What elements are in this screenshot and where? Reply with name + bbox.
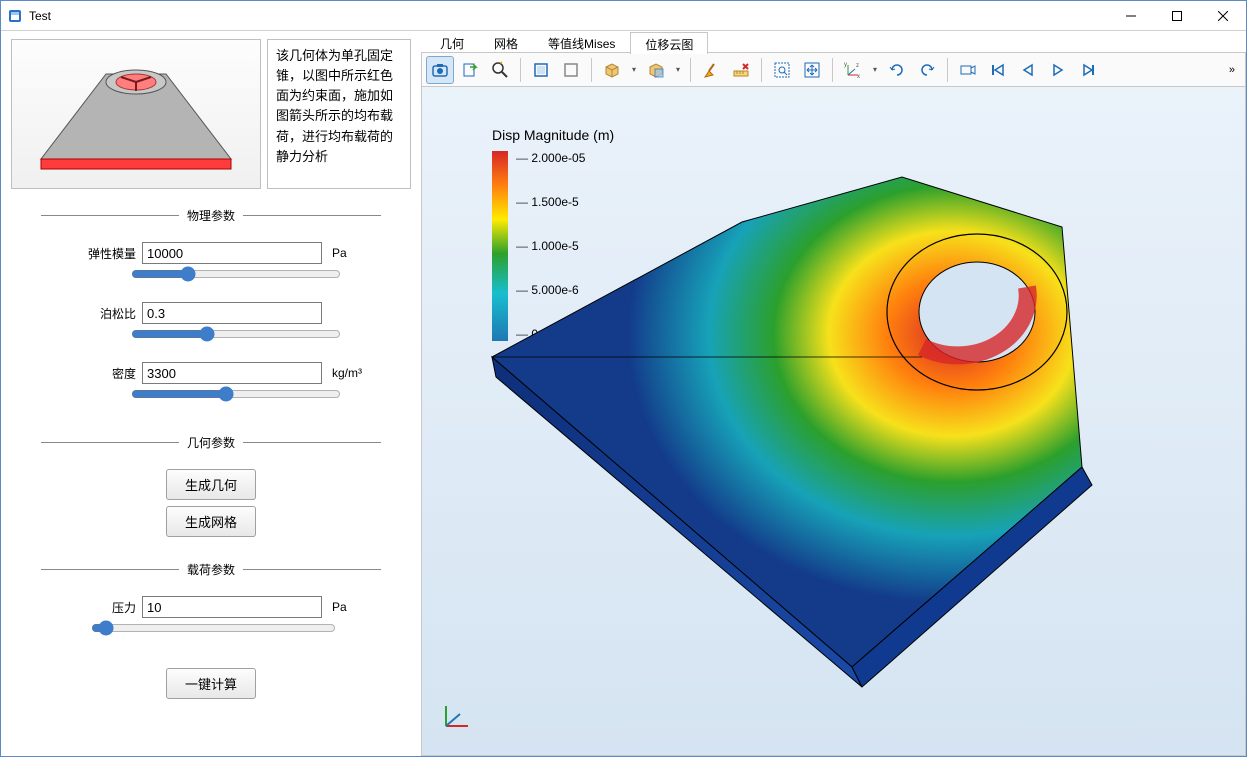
zoom-icon[interactable] — [486, 56, 514, 84]
density-input[interactable] — [142, 362, 322, 384]
pressure-unit: Pa — [332, 600, 347, 614]
svg-text:x: x — [857, 74, 860, 79]
rotate-cw-icon[interactable] — [883, 56, 911, 84]
tab-contour-mises[interactable]: 等值线Mises — [533, 31, 630, 53]
tab-displacement-cloud[interactable]: 位移云图 — [630, 32, 708, 54]
density-unit: kg/m³ — [332, 366, 362, 380]
window-title: Test — [29, 9, 51, 23]
tab-mesh[interactable]: 网格 — [479, 31, 533, 53]
poisson-slider[interactable] — [131, 326, 341, 342]
physics-params-group: 物理参数 弹性模量 Pa 泊松比 密度 kg/m³ — [41, 207, 381, 416]
view-tabs: 几何 网格 等值线Mises 位移云图 — [421, 31, 1246, 53]
prev-frame-icon[interactable] — [1014, 56, 1042, 84]
play-icon[interactable] — [1044, 56, 1072, 84]
transparency-icon[interactable] — [642, 56, 670, 84]
ruler-delete-icon[interactable] — [727, 56, 755, 84]
left-panel: 该几何体为单孔固定锥，以图中所示红色面为约束面，施加如图箭头所示的均布载荷，进行… — [1, 31, 421, 756]
compute-button[interactable]: 一键计算 — [166, 668, 256, 699]
right-panel: 几何 网格 等值线Mises 位移云图 ▾ ▾ z y x ▾ — [421, 31, 1246, 756]
load-legend: 载荷参数 — [179, 561, 243, 578]
zoom-region-icon[interactable] — [768, 56, 796, 84]
geometry-preview — [11, 39, 261, 189]
generate-geometry-button[interactable]: 生成几何 — [166, 469, 256, 500]
toolbar-overflow-icon[interactable]: » — [1223, 64, 1241, 76]
camera-icon[interactable] — [954, 56, 982, 84]
box-dropdown-icon[interactable]: ▾ — [628, 65, 640, 74]
axis-triad-icon[interactable]: z y x — [839, 56, 867, 84]
next-frame-icon[interactable] — [1074, 56, 1102, 84]
load-params-group: 载荷参数 压力 Pa 一键计算 — [41, 561, 381, 705]
rotate-ccw-icon[interactable] — [913, 56, 941, 84]
geometry-legend: 几何参数 — [179, 434, 243, 451]
tab-geometry[interactable]: 几何 — [425, 31, 479, 53]
viewport-3d[interactable]: Disp Magnitude (m) 2.000e-05 1.500e-5 1.… — [421, 87, 1246, 756]
physics-legend: 物理参数 — [179, 207, 243, 224]
window-controls — [1108, 1, 1246, 31]
close-button[interactable] — [1200, 1, 1246, 31]
elastic-input[interactable] — [142, 242, 322, 264]
first-frame-icon[interactable] — [984, 56, 1012, 84]
density-label: 密度 — [81, 365, 136, 382]
select-box-icon[interactable] — [527, 56, 555, 84]
maximize-button[interactable] — [1154, 1, 1200, 31]
description-text: 该几何体为单孔固定锥，以图中所示红色面为约束面，施加如图箭头所示的均布载荷，进行… — [267, 39, 411, 189]
viewport-toolbar: ▾ ▾ z y x ▾ » — [421, 53, 1246, 87]
elastic-label: 弹性模量 — [81, 245, 136, 262]
axis-dropdown-icon[interactable]: ▾ — [869, 65, 881, 74]
axis-triad-icon — [438, 698, 474, 737]
pan-icon[interactable] — [798, 56, 826, 84]
svg-text:z: z — [856, 63, 859, 69]
export-icon[interactable] — [456, 56, 484, 84]
elastic-slider[interactable] — [131, 266, 341, 282]
transparency-dropdown-icon[interactable]: ▾ — [672, 65, 684, 74]
box-icon[interactable] — [598, 56, 626, 84]
screenshot-icon[interactable] — [426, 56, 454, 84]
titlebar: Test — [1, 1, 1246, 31]
pressure-slider[interactable] — [91, 620, 336, 636]
pressure-label: 压力 — [81, 599, 136, 616]
app-icon — [7, 8, 23, 24]
density-slider[interactable] — [131, 386, 341, 402]
poisson-input[interactable] — [142, 302, 322, 324]
elastic-unit: Pa — [332, 246, 347, 260]
generate-mesh-button[interactable]: 生成网格 — [166, 506, 256, 537]
svg-text:y: y — [844, 62, 847, 68]
deselect-icon[interactable] — [557, 56, 585, 84]
geometry-params-group: 几何参数 生成几何 生成网格 — [41, 434, 381, 543]
poisson-label: 泊松比 — [81, 305, 136, 322]
minimize-button[interactable] — [1108, 1, 1154, 31]
pressure-input[interactable] — [142, 596, 322, 618]
result-model — [422, 87, 1222, 747]
broom-icon[interactable] — [697, 56, 725, 84]
